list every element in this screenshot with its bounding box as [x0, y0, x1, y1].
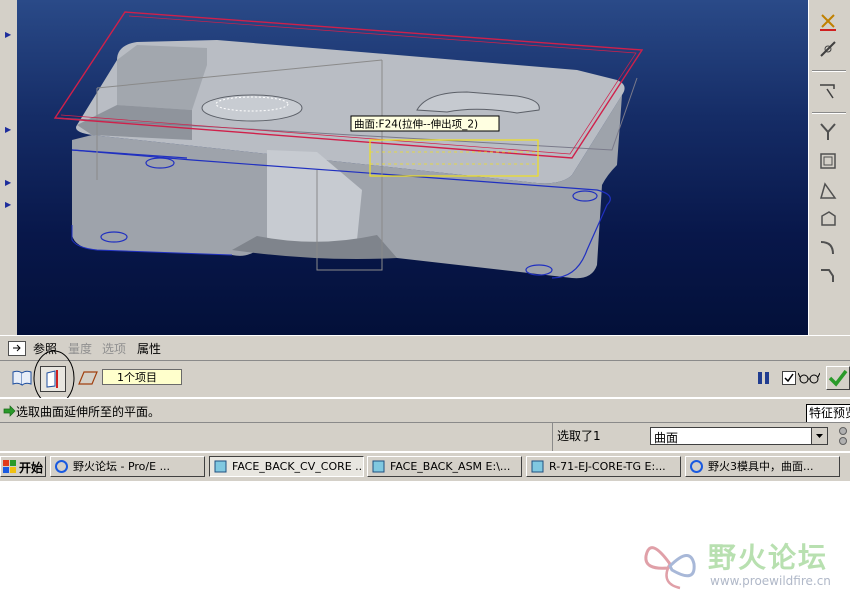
pause-icon[interactable] — [757, 371, 771, 385]
task-label: 野火论坛 - Pro/E ... — [73, 460, 171, 473]
message-arrow-icon — [3, 405, 16, 417]
task-label: 野火3模具中，曲面... — [708, 460, 814, 473]
chevron-down-icon[interactable] — [811, 428, 827, 444]
draft-tool-icon[interactable] — [815, 180, 841, 202]
proe-window-icon — [531, 460, 544, 473]
traffic-light-icon — [838, 426, 848, 448]
axis-display-icon[interactable] — [815, 10, 841, 32]
ie-icon — [55, 460, 68, 473]
ie-icon — [690, 460, 703, 473]
watermark-title: 野火论坛 — [708, 541, 829, 574]
butterfly-logo-icon — [644, 546, 696, 590]
expand-arrow-icon[interactable]: ▶ — [5, 178, 11, 187]
windows-logo-icon — [3, 460, 16, 473]
expand-arrow-icon[interactable]: ▶ — [5, 125, 11, 134]
taskbar-task[interactable]: FACE_BACK_CV_CORE ... — [209, 456, 364, 477]
round-tool-icon[interactable] — [815, 236, 841, 258]
plane-reference-icon — [78, 371, 98, 385]
preview-checkbox[interactable] — [782, 371, 796, 385]
feature-preview-button[interactable]: 特征预览 — [806, 404, 850, 423]
proe-window-icon — [214, 460, 227, 473]
toolbar-separator — [812, 70, 846, 72]
left-collapse-strip[interactable]: ▶ ▶ ▶ ▶ — [0, 0, 18, 335]
feature-dashboard: 1个项目 — [0, 350, 850, 406]
expand-arrow-icon[interactable]: ▶ — [5, 30, 11, 39]
windows-taskbar: 开始 野火论坛 - Pro/E ... FACE_BACK_CV_CORE ..… — [0, 452, 850, 481]
taskbar-task[interactable]: R-71-EJ-CORE-TG E:... — [526, 456, 681, 477]
surface-tooltip: 曲面:F24(拉伸--伸出项_2) — [354, 118, 478, 131]
plane-collector-field[interactable]: 1个项目 — [102, 369, 182, 385]
start-button[interactable]: 开始 — [0, 456, 46, 477]
part-boss-left — [201, 94, 303, 122]
taskbar-task[interactable]: FACE_BACK_ASM E:\... — [367, 456, 522, 477]
part-step — [117, 45, 207, 110]
filter-select[interactable]: 曲面 — [650, 427, 828, 445]
start-label: 开始 — [19, 461, 44, 475]
sketch-tool-icon[interactable] — [815, 80, 841, 102]
selection-count: 选取了1 — [557, 429, 601, 443]
dashboard-tabs: 参照 量度 选项 属性 — [0, 335, 850, 361]
task-label: FACE_BACK_CV_CORE ... — [232, 460, 364, 473]
status-bar: 选取了1 曲面 — [0, 422, 850, 451]
expand-arrow-icon[interactable]: ▶ — [5, 200, 11, 209]
chamfer-tool-icon[interactable] — [815, 264, 841, 286]
site-watermark: 野火论坛 www.proewildfire.cn — [640, 530, 850, 596]
tab-options[interactable]: 选项 — [102, 340, 126, 357]
task-label: FACE_BACK_ASM E:\... — [390, 460, 511, 473]
toolbar-separator — [812, 112, 846, 114]
checkmark-icon — [828, 369, 848, 387]
merge-tool-icon[interactable] — [815, 120, 841, 142]
tab-properties[interactable]: 属性 — [137, 340, 161, 357]
dashboard-toggle-icon[interactable] — [8, 341, 26, 356]
prompt-message: 选取曲面延伸所至的平面。 — [16, 405, 161, 419]
offset-tool-icon[interactable] — [815, 150, 841, 172]
solidify-tool-icon[interactable] — [815, 208, 841, 230]
filter-select-value: 曲面 — [654, 431, 679, 445]
message-area: 选取曲面延伸所至的平面。 特征预览 — [0, 398, 850, 423]
model-drawing[interactable]: 曲面:F24(拉伸--伸出项_2) — [17, 0, 808, 335]
graphics-viewport[interactable]: 曲面:F24(拉伸--伸出项_2) — [17, 0, 808, 335]
status-divider — [552, 423, 553, 451]
right-toolbar — [808, 0, 850, 335]
taskbar-task[interactable]: 野火3模具中，曲面... — [685, 456, 840, 477]
glasses-preview-icon[interactable] — [797, 371, 821, 385]
task-label: R-71-EJ-CORE-TG E:... — [549, 460, 666, 473]
taskbar-task[interactable]: 野火论坛 - Pro/E ... — [50, 456, 205, 477]
proe-window-icon — [372, 460, 385, 473]
watermark-url: www.proewildfire.cn — [710, 574, 831, 588]
confirm-button[interactable] — [826, 366, 850, 390]
datum-display-icon[interactable] — [815, 38, 841, 60]
